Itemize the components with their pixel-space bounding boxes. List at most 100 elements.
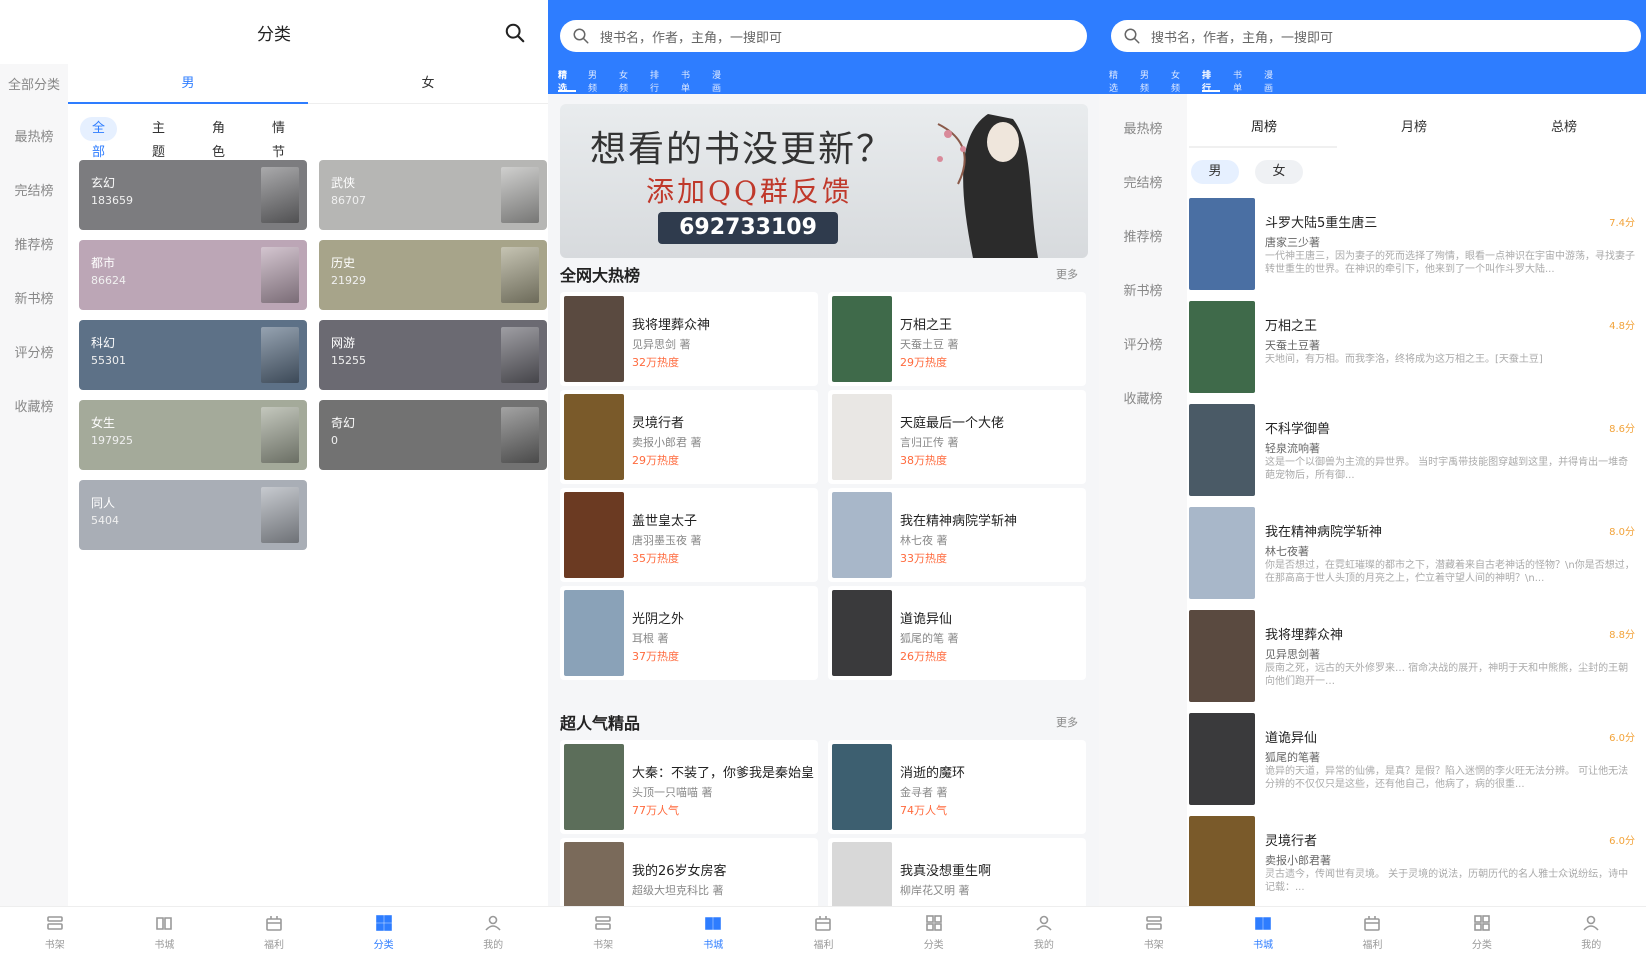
book-card[interactable]: 道诡异仙 狐尾的笔 著 26万热度 [828,586,1086,680]
category-card[interactable]: 玄幻 183659 [79,160,307,230]
tab-comics[interactable]: 漫画 [712,68,721,94]
book-title: 我真没想重生啊 [900,864,992,879]
tab-male[interactable]: 男频 [1140,68,1149,94]
nav-bookshelf[interactable]: 书架 [1099,913,1208,951]
book-card[interactable]: 消逝的魔环 金寻者 著 74万人气 [828,740,1086,834]
book-card[interactable]: 天庭最后一个大佬 言归正传 著 38万热度 [828,390,1086,484]
book-score: 8.6分 [1609,424,1635,435]
chip-plot[interactable]: 情节 [260,117,297,160]
tab-featured[interactable]: 精选 [1109,68,1118,94]
nav-bookshelf[interactable]: 书架 [0,913,110,951]
nav-bookstore[interactable]: 书城 [110,913,220,951]
book-title: 盖世皇太子 [632,514,698,529]
tab-ranking[interactable]: 排行 [650,68,659,94]
nav-category[interactable]: 分类 [329,913,439,951]
sidebar-item-all[interactable]: 全部分类 [0,74,68,93]
tab-total[interactable]: 总榜 [1489,116,1639,135]
nav-bookstore[interactable]: 书城 [1208,913,1317,951]
category-cover [501,167,539,223]
ranking-item[interactable]: 不科学御兽 8.6分 轻泉流响著 这是一个以御兽为主流的异世界。 当时宇禹带技能图穿越… [1189,404,1639,504]
chip-role[interactable]: 角色 [200,117,237,160]
banner-illustration [937,114,1038,258]
nav-profile[interactable]: 我的 [1537,913,1646,951]
profile-icon [1583,915,1599,931]
sidebar-item-finished[interactable]: 完结榜 [1099,172,1187,191]
tab-female[interactable]: 女频 [1171,68,1180,94]
tab-male[interactable]: 男频 [588,68,597,94]
sidebar-item-rating[interactable]: 评分榜 [0,342,68,361]
book-card[interactable]: 灵境行者 卖报小郎君 著 29万热度 [560,390,818,484]
nav-welfare[interactable]: 福利 [1318,913,1427,951]
category-card[interactable]: 女生 197925 [79,400,307,470]
book-cover [564,394,624,480]
ranking-item[interactable]: 灵境行者 6.0分 卖报小郎君著 灵古遗今，传闻世有灵境。 关于灵境的说法，历朝历代的… [1189,816,1639,916]
category-cover [261,327,299,383]
nav-welfare[interactable]: 福利 [768,913,878,951]
book-cover [1189,198,1255,290]
nav-welfare[interactable]: 福利 [219,913,329,951]
sidebar-item-new[interactable]: 新书榜 [0,288,68,307]
search-input[interactable]: 搜书名，作者，主角，一搜即可 [1111,20,1641,52]
ranking-item[interactable]: 我在精神病院学斩神 8.0分 林七夜著 你是否想过，在霓虹璀璨的都市之下，潜藏着来自古… [1189,507,1639,607]
ranking-item[interactable]: 我将埋葬众神 8.8分 见异思剑著 辰南之死，远古的天外修罗来… 宿命决战的展开，神明… [1189,610,1639,710]
category-card[interactable]: 历史 21929 [319,240,547,310]
sidebar-item-favorites[interactable]: 收藏榜 [0,396,68,415]
search-icon[interactable] [504,22,526,44]
category-card[interactable]: 奇幻 0 [319,400,547,470]
book-card[interactable]: 大秦：不装了，你爹我是秦始皇 头顶一只喵喵 著 77万人气 [560,740,818,834]
search-placeholder: 搜书名，作者，主角，一搜即可 [1151,31,1334,46]
book-author: 卖报小郎君著 [1265,854,1331,867]
nav-profile[interactable]: 我的 [438,913,548,951]
more-link[interactable]: 更多 [1056,714,1078,730]
book-heat: 32万热度 [632,356,679,369]
sidebar-item-recommend[interactable]: 推荐榜 [1099,226,1187,245]
sidebar-item-hot[interactable]: 最热榜 [0,126,68,145]
nav-profile[interactable]: 我的 [989,913,1099,951]
tab-booklist[interactable]: 书单 [681,68,690,94]
book-title: 道诡异仙 [1265,731,1318,746]
category-card[interactable]: 网游 15255 [319,320,547,390]
promo-banner[interactable]: 想看的书没更新？ 添加QQ群反馈 692733109 [560,104,1088,258]
tab-male[interactable]: 男 [68,72,308,91]
book-card[interactable]: 盖世皇太子 唐羽墨玉夜 著 35万热度 [560,488,818,582]
category-card[interactable]: 武侠 86707 [319,160,547,230]
sidebar-item-new[interactable]: 新书榜 [1099,280,1187,299]
nav-bookshelf[interactable]: 书架 [548,913,658,951]
search-input[interactable]: 搜书名，作者，主角，一搜即可 [560,20,1087,52]
book-card[interactable]: 我将埋葬众神 见异思剑 著 32万热度 [560,292,818,386]
tab-monthly[interactable]: 月榜 [1339,116,1489,135]
tab-female[interactable]: 女 [308,72,548,91]
book-heat: 37万热度 [632,650,679,663]
sidebar-item-favorites[interactable]: 收藏榜 [1099,388,1187,407]
category-card[interactable]: 都市 86624 [79,240,307,310]
category-card[interactable]: 科幻 55301 [79,320,307,390]
sidebar-item-recommend[interactable]: 推荐榜 [0,234,68,253]
book-card[interactable]: 我在精神病院学斩神 林七夜 著 33万热度 [828,488,1086,582]
category-card[interactable]: 同人 5404 [79,480,307,550]
sidebar-item-hot[interactable]: 最热榜 [1099,118,1187,137]
top-bar: 搜书名，作者，主角，一搜即可 精选 男频 女频 排行 书单 漫画 [1099,0,1646,94]
book-author: 轻泉流响著 [1265,442,1320,455]
ranking-item[interactable]: 万相之王 4.8分 天蚕土豆著 天地间，有万相。而我李洛，终将成为这万相之王。[天蚕土… [1189,301,1639,401]
tab-weekly[interactable]: 周榜 [1189,116,1339,135]
category-screen: 分类 全部分类 最热榜 完结榜 推荐榜 新书榜 评分榜 收藏榜 男 女 全部 主… [0,0,548,962]
chip-female[interactable]: 女 [1255,160,1303,184]
more-link[interactable]: 更多 [1056,266,1078,282]
book-score: 6.0分 [1609,836,1635,847]
chip-male[interactable]: 男 [1191,160,1239,184]
sidebar-item-finished[interactable]: 完结榜 [0,180,68,199]
ranking-item[interactable]: 道诡异仙 6.0分 狐尾的笔著 诡异的天道，异常的仙佛，是真？是假？陷入迷惘的李火旺无… [1189,713,1639,813]
nav-category[interactable]: 分类 [1427,913,1536,951]
tab-comics[interactable]: 漫画 [1264,68,1273,94]
ranking-item[interactable]: 斗罗大陆5重生唐三 7.4分 唐家三少著 一代神王唐三，因为妻子的死而选择了殉情，眼看… [1189,198,1639,298]
chip-theme[interactable]: 主题 [140,117,177,160]
nav-category[interactable]: 分类 [879,913,989,951]
tab-booklist[interactable]: 书单 [1233,68,1242,94]
nav-bookstore[interactable]: 书城 [658,913,768,951]
chip-all[interactable]: 全部 [80,117,118,160]
sidebar-item-rating[interactable]: 评分榜 [1099,334,1187,353]
book-author: 柳岸花又明 著 [900,884,970,897]
book-card[interactable]: 万相之王 天蚕土豆 著 29万热度 [828,292,1086,386]
book-card[interactable]: 光阴之外 耳根 著 37万热度 [560,586,818,680]
tab-female[interactable]: 女频 [619,68,628,94]
